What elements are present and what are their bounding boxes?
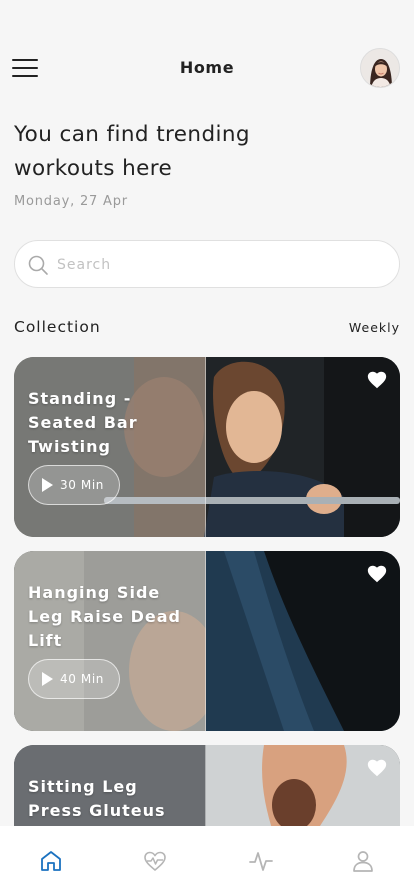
duration-label: 30 Min: [60, 478, 104, 492]
play-button[interactable]: 30 Min: [28, 465, 120, 505]
play-button[interactable]: 40 Min: [28, 659, 120, 699]
page-title: Home: [179, 58, 235, 77]
search-bar[interactable]: [14, 240, 400, 288]
date-label: Monday, 27 Apr: [14, 194, 128, 209]
bottom-tab-bar: [0, 826, 414, 896]
user-icon[interactable]: [350, 848, 376, 874]
search-input[interactable]: [57, 251, 377, 279]
duration-label: 40 Min: [60, 672, 104, 686]
card-title: Standing -Seated Bar Twisting: [28, 389, 138, 456]
heart-icon[interactable]: [366, 563, 388, 585]
heart-rate-icon[interactable]: [142, 848, 168, 874]
avatar[interactable]: [360, 48, 400, 88]
app-header: Home: [0, 44, 414, 92]
card-title: Hanging Side Leg Raise Dead Lift: [28, 583, 181, 650]
heart-icon[interactable]: [366, 757, 388, 779]
headline: You can find trending workouts here: [14, 122, 250, 181]
workout-card[interactable]: Hanging Side Leg Raise Dead Lift 40 Min: [14, 551, 400, 731]
collection-title: Collection: [14, 318, 101, 336]
play-icon: [42, 672, 53, 686]
heart-icon[interactable]: [366, 369, 388, 391]
play-icon: [42, 478, 53, 492]
home-icon[interactable]: [38, 848, 64, 874]
weekly-filter[interactable]: Weekly: [349, 320, 400, 335]
workout-card[interactable]: Standing -Seated Bar Twisting 30 Min: [14, 357, 400, 537]
search-icon: [28, 255, 48, 275]
activity-icon[interactable]: [248, 848, 274, 874]
